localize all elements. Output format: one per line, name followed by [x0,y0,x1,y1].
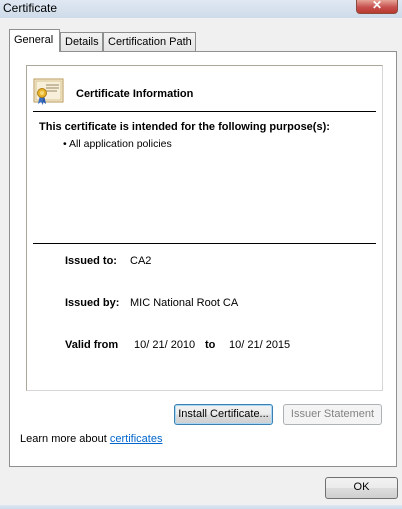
divider [33,243,376,244]
learn-more-text: Learn more about certificates [20,433,162,445]
valid-from-value: 10/ 21/ 2010 [134,339,196,351]
issued-to-value: CA2 [130,255,152,267]
valid-to-label: to [205,339,216,351]
issuer-statement-button[interactable]: Issuer Statement [283,404,382,425]
tab-details[interactable]: Details [60,32,103,51]
tab-general[interactable]: General [9,29,60,52]
issued-to-label: Issued to: [65,255,117,267]
purpose-heading: This certificate is intended for the fol… [39,121,330,133]
close-icon: ✕ [371,0,383,12]
title-bar[interactable]: Certificate ✕ [0,0,402,18]
certificates-link[interactable]: certificates [110,433,163,445]
tab-certification-path[interactable]: Certification Path [103,32,196,51]
ok-button[interactable]: OK [325,477,398,499]
divider [33,111,376,112]
certificate-info-box: Certificate Information This certificate… [26,65,383,391]
certificate-dialog: Certificate ✕ General Details Certificat… [0,0,402,509]
issued-by-value: MIC National Root CA [130,297,239,309]
info-title: Certificate Information [76,88,194,100]
window-bottom-border [0,505,402,509]
general-tab-panel: Certificate Information This certificate… [9,51,397,467]
window-title: Certificate [3,1,58,15]
certificate-icon [33,78,64,105]
valid-from-label: Valid from [65,339,119,351]
close-button[interactable]: ✕ [356,0,398,14]
issued-by-label: Issued by: [65,297,120,309]
install-certificate-button[interactable]: Install Certificate... [174,404,273,425]
valid-to-value: 10/ 21/ 2015 [229,339,291,351]
learn-more-prefix: Learn more about [20,433,110,445]
purpose-item: • All application policies [63,138,172,150]
